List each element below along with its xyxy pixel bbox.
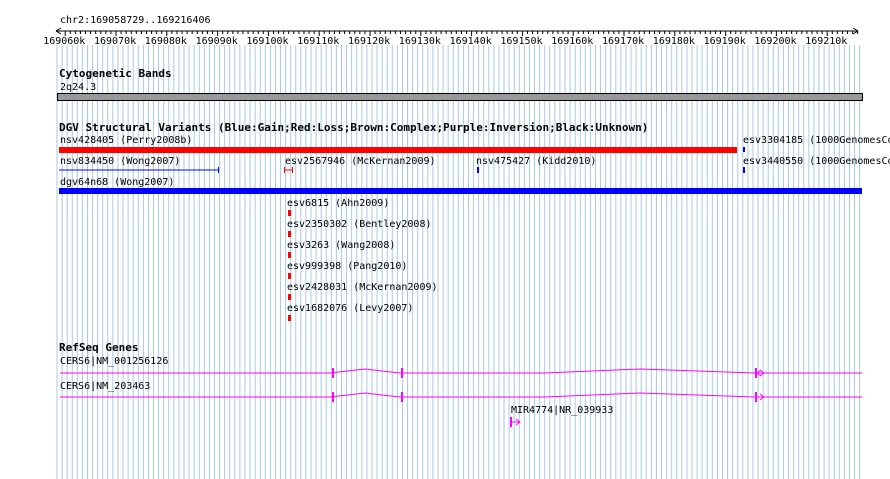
dgv-feature-label: nsv428405 (Perry2008b) bbox=[60, 135, 193, 146]
dgv-feature-bar[interactable] bbox=[288, 231, 291, 237]
ruler-tick-label: 169150k bbox=[500, 36, 543, 47]
dgv-feature-bar[interactable] bbox=[59, 147, 737, 153]
dgv-feature-label: nsv475427 (Kidd2010) bbox=[476, 156, 597, 167]
cytoband-bar[interactable] bbox=[57, 93, 863, 101]
dgv-feature-label: esv2350302 (Bentley2008) bbox=[287, 219, 432, 230]
dgv-feature-label: esv1682076 (Levy2007) bbox=[287, 303, 414, 314]
dgv-feature-label: esv3263 (Wang2008) bbox=[287, 240, 396, 251]
ruler-tick-label: 169060k bbox=[43, 36, 86, 47]
dgv-feature-bar[interactable] bbox=[743, 167, 745, 173]
ruler-tick-label: 169190k bbox=[703, 36, 746, 47]
ruler-tick-label: 169160k bbox=[551, 36, 594, 47]
ruler-tick-label: 169110k bbox=[297, 36, 340, 47]
dgv-feature-bar[interactable] bbox=[477, 167, 479, 173]
ruler-tick-label: 169090k bbox=[195, 36, 238, 47]
gene-model[interactable] bbox=[0, 391, 890, 405]
dgv-feature-bar[interactable] bbox=[743, 147, 745, 152]
dgv-feature-bar[interactable] bbox=[284, 166, 294, 174]
gene-model[interactable] bbox=[510, 416, 524, 428]
ruler-tick-label: 169200k bbox=[754, 36, 797, 47]
ruler-tick-label: 169130k bbox=[398, 36, 441, 47]
dgv-feature-bar[interactable] bbox=[288, 210, 291, 216]
dgv-feature-bar[interactable] bbox=[59, 166, 221, 174]
ruler-tick-label: 169080k bbox=[144, 36, 187, 47]
dgv-feature-bar[interactable] bbox=[288, 294, 291, 300]
refseq-track-title: RefSeq Genes bbox=[59, 341, 139, 354]
dgv-feature-bar[interactable] bbox=[59, 188, 862, 194]
ruler-tick-label: 169180k bbox=[652, 36, 695, 47]
dgv-feature-label: esv3440550 (1000GenomesCo bbox=[743, 156, 890, 167]
ruler-tick-label: 169120k bbox=[348, 36, 391, 47]
cytoband-label: 2q24.3 bbox=[60, 82, 97, 93]
dgv-feature-bar[interactable] bbox=[288, 315, 291, 321]
ruler-tick-label: 169100k bbox=[246, 36, 289, 47]
gene-label: MIR4774|NR_039933 bbox=[511, 405, 614, 416]
gene-model[interactable] bbox=[0, 366, 890, 380]
cytoband-track-title: Cytogenetic Bands bbox=[59, 67, 172, 80]
ruler-tick-label: 169210k bbox=[805, 36, 848, 47]
dgv-feature-label: esv3304185 (1000GenomesCo bbox=[743, 135, 890, 146]
dgv-feature-label: esv999398 (Pang2010) bbox=[287, 261, 408, 272]
ruler-tick-label: 169140k bbox=[449, 36, 492, 47]
dgv-feature-label: esv2428031 (McKernan2009) bbox=[287, 282, 438, 293]
dgv-feature-label: esv6815 (Ahn2009) bbox=[287, 198, 390, 209]
dgv-track-title: DGV Structural Variants (Blue:Gain;Red:L… bbox=[59, 121, 649, 134]
dgv-feature-bar[interactable] bbox=[288, 252, 291, 258]
ruler-tick-label: 169070k bbox=[94, 36, 137, 47]
ruler-tick-label: 169170k bbox=[602, 36, 645, 47]
dgv-feature-label: esv2567946 (McKernan2009) bbox=[285, 156, 436, 167]
dgv-feature-label: dgv64n68 (Wong2007) bbox=[60, 177, 175, 188]
dgv-feature-bar[interactable] bbox=[288, 273, 291, 279]
